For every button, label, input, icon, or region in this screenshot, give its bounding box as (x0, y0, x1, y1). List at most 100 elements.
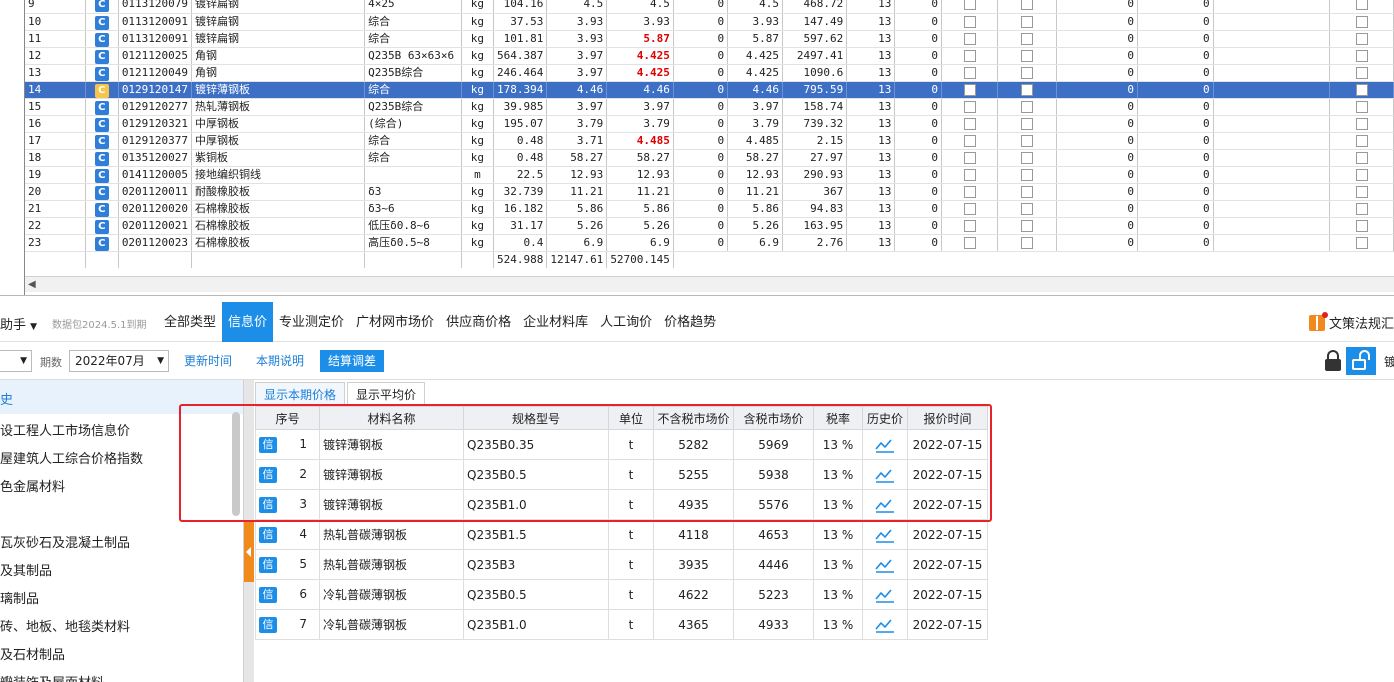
checkbox[interactable] (1355, 202, 1368, 215)
tab-source-3[interactable]: 广材网市场价 (350, 302, 440, 342)
checkbox[interactable] (963, 0, 976, 11)
column-header[interactable]: 历史价 (862, 406, 908, 430)
tab-average-price[interactable]: 显示平均价 (347, 382, 426, 406)
period-note-button[interactable]: 本期说明 (250, 350, 310, 372)
checkbox-b[interactable] (997, 200, 1057, 218)
price-row[interactable]: 信 5 热轧普碳薄钢板 Q235B3 t 3935 4446 13 % 2022-07-15 (255, 549, 988, 580)
trend-chart-icon[interactable] (875, 617, 895, 633)
checkbox[interactable] (1355, 117, 1368, 130)
tab-source-0[interactable]: 全部类型 (158, 302, 222, 342)
checkbox[interactable] (1021, 151, 1034, 164)
price-row[interactable]: 信 7 冷轧普碳薄钢板 Q235B1.0 t 4365 4933 13 % 2022-07-15 (255, 609, 988, 640)
category-item[interactable]: 设工程人工市场信息价 (0, 420, 130, 439)
tab-source-7[interactable]: 价格趋势 (658, 302, 722, 342)
tab-source-2[interactable]: 专业测定价 (273, 302, 350, 342)
checkbox-b[interactable] (997, 183, 1057, 201)
category-scrollbar[interactable] (232, 412, 240, 516)
checkbox-b[interactable] (997, 98, 1057, 116)
price-row[interactable]: 信 4 热轧普碳薄钢板 Q235B1.5 t 4118 4653 13 % 2022-07-15 (255, 519, 988, 550)
sheet-row[interactable]: 16 C 0129120321 中厚钢板 (综合) kg 195.07 3.79 3.79 0 3.… (25, 115, 1394, 133)
checkbox[interactable] (963, 117, 976, 130)
checkbox-a[interactable] (941, 200, 999, 218)
checkbox[interactable] (1021, 32, 1034, 45)
sheet-row[interactable]: 21 C 0201120020 石棉橡胶板 δ3~6 kg 16.182 5.86 5.86 0 5… (25, 200, 1394, 218)
column-header[interactable]: 材料名称 (319, 406, 464, 430)
checkbox-a[interactable] (941, 234, 999, 252)
info-price-badge-icon[interactable]: 信 (259, 556, 277, 573)
checkbox-a[interactable] (941, 47, 999, 65)
checkbox[interactable] (1021, 0, 1034, 11)
trend-chart-icon[interactable] (875, 557, 895, 573)
info-price-badge-icon[interactable]: 信 (259, 496, 277, 513)
checkbox[interactable] (963, 219, 976, 232)
checkbox[interactable] (963, 134, 976, 147)
tab-source-4[interactable]: 供应商价格 (440, 302, 517, 342)
checkbox[interactable] (963, 66, 976, 79)
checkbox[interactable] (1021, 185, 1034, 198)
sheet-row[interactable]: 19 C 0141120005 接地编织铜线 m 22.5 12.93 12.93 0 12.93… (25, 166, 1394, 184)
checkbox-a[interactable] (941, 149, 999, 167)
panel-splitter[interactable] (243, 380, 254, 682)
checkbox-b[interactable] (997, 115, 1057, 133)
collapse-handle-icon[interactable] (244, 522, 254, 582)
trend-chart-icon[interactable] (875, 437, 895, 453)
checkbox-b[interactable] (997, 13, 1057, 31)
checkbox[interactable] (963, 83, 976, 96)
history-price-cell[interactable] (862, 459, 908, 490)
assistant-menu[interactable]: 助手 ▼ (0, 314, 37, 333)
checkbox-b[interactable] (997, 64, 1057, 82)
checkbox-c[interactable] (1329, 13, 1394, 31)
update-time-button[interactable]: 更新时间 (178, 350, 238, 372)
checkbox-c[interactable] (1329, 217, 1394, 235)
checkbox[interactable] (963, 15, 976, 28)
column-header[interactable]: 税率 (813, 406, 863, 430)
checkbox-b[interactable] (997, 166, 1057, 184)
history-price-cell[interactable] (862, 579, 908, 610)
unlock-icon[interactable] (1346, 347, 1376, 375)
checkbox[interactable] (1021, 117, 1034, 130)
checkbox-c[interactable] (1329, 64, 1394, 82)
checkbox-c[interactable] (1329, 98, 1394, 116)
sheet-row[interactable]: 11 C 0113120091 镀锌扁钢 综合 kg 101.81 3.93 5.87 0 5.87… (25, 30, 1394, 48)
sheet-horizontal-scrollbar[interactable]: ◀ (25, 276, 1394, 292)
checkbox[interactable] (963, 168, 976, 181)
checkbox[interactable] (963, 49, 976, 62)
checkbox[interactable] (963, 32, 976, 45)
checkbox[interactable] (1355, 168, 1368, 181)
checkbox-c[interactable] (1329, 0, 1394, 14)
checkbox[interactable] (1355, 32, 1368, 45)
price-row[interactable]: 信 6 冷轧普碳薄钢板 Q235B0.5 t 4622 5223 13 % 2022-07-15 (255, 579, 988, 610)
checkbox-a[interactable] (941, 183, 999, 201)
checkbox-a[interactable] (941, 98, 999, 116)
checkbox-b[interactable] (997, 217, 1057, 235)
checkbox-c[interactable] (1329, 234, 1394, 252)
checkbox-c[interactable] (1329, 166, 1394, 184)
sheet-row[interactable]: 22 C 0201120021 石棉橡胶板 低压δ0.8~6 kg 31.17 5.26 5.2… (25, 217, 1394, 235)
tab-source-1[interactable]: 信息价 (222, 302, 274, 342)
column-header[interactable]: 规格型号 (463, 406, 609, 430)
checkbox[interactable] (1021, 49, 1034, 62)
price-row[interactable]: 信 1 镀锌薄钢板 Q235B0.35 t 5282 5969 13 % 2022-07-15 (255, 429, 988, 460)
checkbox-a[interactable] (941, 30, 999, 48)
tab-current-price[interactable]: 显示本期价格 (255, 382, 346, 406)
category-item[interactable]: 色金属材料 (0, 476, 65, 495)
sheet-row[interactable]: 17 C 0129120377 中厚钢板 综合 kg 0.48 3.71 4.485 0 4.485… (25, 132, 1394, 150)
info-price-badge-icon[interactable]: 信 (259, 616, 277, 633)
checkbox[interactable] (1355, 185, 1368, 198)
category-item[interactable]: 及其制品 (0, 560, 52, 579)
checkbox-c[interactable] (1329, 132, 1394, 150)
price-row[interactable]: 信 2 镀锌薄钢板 Q235B0.5 t 5255 5938 13 % 2022-07-15 (255, 459, 988, 490)
info-price-badge-icon[interactable]: 信 (259, 436, 277, 453)
law-library-link[interactable]: 文策法规汇 (1308, 311, 1394, 332)
trend-chart-icon[interactable] (875, 527, 895, 543)
checkbox[interactable] (1355, 49, 1368, 62)
sheet-row[interactable]: 20 C 0201120011 耐酸橡胶板 δ3 kg 32.739 11.21 11.21 0 1… (25, 183, 1394, 201)
checkbox[interactable] (963, 236, 976, 249)
category-item[interactable]: 砖、地板、地毯类材料 (0, 616, 130, 635)
column-header[interactable]: 序号 (255, 406, 320, 430)
checkbox-c[interactable] (1329, 200, 1394, 218)
history-price-cell[interactable] (862, 549, 908, 580)
checkbox[interactable] (1021, 219, 1034, 232)
checkbox-c[interactable] (1329, 81, 1394, 99)
checkbox[interactable] (1021, 134, 1034, 147)
